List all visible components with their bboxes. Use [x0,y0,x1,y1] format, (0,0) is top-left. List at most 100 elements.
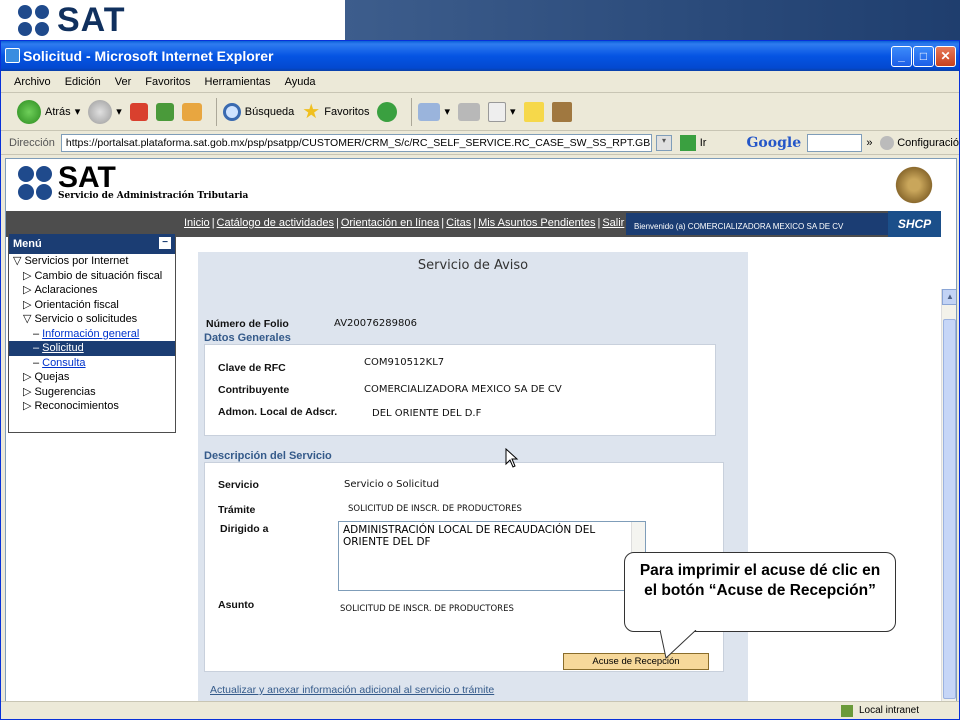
nav-link[interactable]: Orientación en línea [341,217,439,229]
nav-separator: | [335,217,339,229]
more-chevron-icon[interactable]: » [866,137,872,149]
status-zone: Local intranet [858,705,919,716]
config-button[interactable]: Configuració [897,137,959,149]
rfc-value: COM910512KL7 [364,357,445,368]
menu-item-label: Solicitud [42,342,84,354]
search-icon [222,102,241,121]
menu-item[interactable]: ▽ Servicio o solicitudes [9,312,175,327]
forward-button[interactable]: ▾ [88,99,122,124]
print-button[interactable] [458,102,481,121]
home-button[interactable] [181,102,202,121]
sat-logo[interactable]: SAT Servicio de Administración Tributari… [18,161,249,201]
google-search-input[interactable] [807,133,863,152]
address-dropdown-icon[interactable]: ▾ [656,134,672,151]
nav-separator: | [211,217,215,229]
history-button[interactable] [377,101,398,122]
menu-item[interactable]: ▷ Aclaraciones [9,283,175,298]
edit-button[interactable]: ▾ [488,101,516,122]
menu-title: Menú − [9,234,175,254]
toolbar-separator [411,97,413,126]
callout-tail [660,630,697,659]
notes-button[interactable] [523,101,544,122]
maximize-button[interactable]: □ [913,46,934,67]
service-title: Servicio de Aviso [417,258,529,273]
menu-item[interactable]: ▷ Sugerencias [9,385,175,400]
toolbar-separator [215,97,217,126]
menu-item-label: Aclaraciones [34,284,98,296]
menubar-item[interactable]: Ayuda [278,76,323,88]
update-service-link[interactable]: Actualizar y anexar información adiciona… [210,684,494,696]
window-title: Solicitud - Microsoft Internet Explorer [23,48,274,64]
nav-link[interactable]: Salir [602,217,624,229]
subject-label: Asunto [218,599,255,611]
close-button[interactable]: ✕ [935,46,956,67]
mail-icon [418,102,441,121]
go-button[interactable]: Ir [700,137,707,149]
menu-item-label: Reconocimientos [34,400,119,412]
slide-logo: SAT [18,3,125,37]
sat-logo-name: SAT [58,161,116,194]
service-value: Servicio o Solicitud [344,479,440,490]
menubar-item[interactable]: Favoritos [138,76,197,88]
google-logo: Google [746,134,802,151]
scroll-up-icon[interactable]: ▲ [942,289,956,305]
mail-button[interactable]: ▾ [418,102,450,121]
minimize-button[interactable]: _ [891,46,912,67]
search-button[interactable]: Búsqueda [222,102,294,121]
menubar-item[interactable]: Ver [108,76,139,88]
nav-link[interactable]: Catálogo de actividades [217,217,334,229]
menu-item[interactable]: ▷ Reconocimientos [9,399,175,414]
research-icon [551,101,572,122]
rfc-label: Clave de RFC [218,362,286,374]
config-icon [880,135,895,150]
refresh-button[interactable] [155,102,174,121]
menu-marker-icon: ▽ [13,255,22,267]
site-nav-links: Inicio | Catálogo de actividades | Orientaci… [182,217,626,229]
menubar-item[interactable]: Herramientas [198,76,278,88]
site-header: SAT Servicio de Administración Tributari… [6,159,941,211]
menu-item[interactable]: ▷ Cambio de situación fiscal [9,269,175,284]
page-scrollbar[interactable]: ▲ ▼ [941,289,956,718]
menu-item[interactable]: ▷ Orientación fiscal [9,298,175,313]
ie-icon [5,48,20,63]
addressed-to-value: ADMINISTRACIÓN LOCAL DE RECAUDACIÓN DEL … [343,524,596,548]
service-label: Servicio [218,479,259,491]
go-arrow-icon[interactable] [679,134,696,151]
menu-items: ▽ Servicios por Internet ▷ Cambio de situac… [9,254,175,414]
menu-item[interactable]: ▽ Servicios por Internet [9,254,175,269]
menubar-item[interactable]: Archivo [7,76,58,88]
menubar-item[interactable]: Edición [58,76,108,88]
nav-separator: | [473,217,477,229]
menu-item[interactable]: – Solicitud [9,341,175,356]
logo-dots-icon [18,4,49,36]
menu-marker-icon: – [33,356,40,369]
research-button[interactable] [551,101,572,122]
menu-marker-icon: ▷ [23,298,32,311]
back-button[interactable]: Atrás ▾ [17,99,80,124]
welcome-banner: Bienvenido (a) COMERCIALIZADORA MEXICO S… [626,213,888,235]
nav-link[interactable]: Inicio [184,217,210,229]
favorites-button[interactable]: ★ Favoritos [302,99,369,124]
sat-logo-dots-icon [18,166,52,200]
refresh-icon [155,102,174,121]
menu-collapse-button[interactable]: − [159,237,171,249]
stop-button[interactable] [129,102,148,121]
nav-separator: | [441,217,445,229]
menu-item-label: Información general [42,327,140,340]
menu-item-label: Consulta [42,356,86,369]
menu-item[interactable]: ▷ Quejas [9,370,175,385]
sat-logo-subtitle: Servicio de Administración Tributaria [58,191,249,201]
menu-marker-icon: ▽ [23,313,32,325]
nav-link[interactable]: Citas [446,217,471,229]
menu-item[interactable]: – Información general [9,327,175,342]
scroll-thumb[interactable] [943,319,956,699]
menu-marker-icon: ▷ [23,284,32,296]
instruction-callout: Para imprimir el acuse dé clic en el bot… [624,552,896,632]
status-bar: Local intranet [1,701,959,719]
address-input[interactable]: https://portalsat.plataforma.sat.gob.mx/… [60,133,653,152]
nav-link[interactable]: Mis Asuntos Pendientes [478,217,595,229]
menu-item-label: Orientación fiscal [34,298,119,311]
menu-item[interactable]: – Consulta [9,356,175,371]
address-label: Dirección [9,136,55,149]
addressed-to-textarea[interactable]: ADMINISTRACIÓN LOCAL DE RECAUDACIÓN DEL … [338,521,646,591]
